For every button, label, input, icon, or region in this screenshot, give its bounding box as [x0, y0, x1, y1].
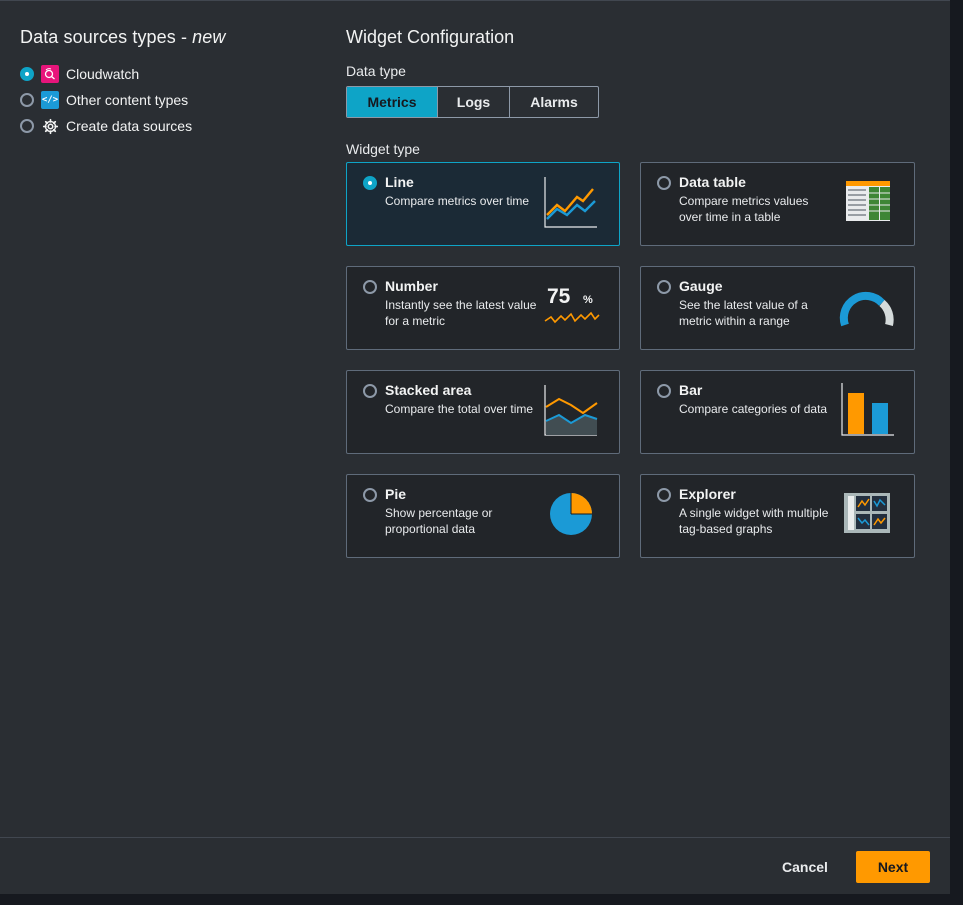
- widget-card-title: Data table: [679, 174, 746, 190]
- widget-card-bar[interactable]: Bar Compare categories of data: [640, 370, 915, 454]
- source-label: Create data sources: [66, 118, 193, 134]
- cancel-button[interactable]: Cancel: [770, 851, 840, 883]
- data-sources-title: Data sources types - new: [20, 27, 320, 48]
- radio-unselected[interactable]: [363, 280, 377, 294]
- radio-unselected[interactable]: [20, 119, 34, 133]
- bar-chart-icon: [841, 383, 894, 436]
- widget-config-title: Widget Configuration: [346, 27, 515, 47]
- explorer-icon: [844, 493, 890, 533]
- source-option-cloudwatch[interactable]: Cloudwatch: [20, 61, 320, 87]
- stacked-area-icon: [544, 385, 598, 436]
- widget-card-title: Bar: [679, 382, 703, 398]
- data-sources-title-new: new: [192, 27, 226, 47]
- gauge-icon: [839, 291, 894, 327]
- widget-card-pie[interactable]: Pie Show percentage or proportional data: [346, 474, 620, 558]
- widget-card-desc: Instantly see the latest value for a met…: [385, 298, 537, 328]
- data-type-segmented-control: Metrics Logs Alarms: [346, 86, 599, 118]
- radio-unselected[interactable]: [20, 93, 34, 107]
- data-table-icon: [846, 181, 890, 221]
- data-sources-panel: Data sources types - new Cloudwatch </> …: [20, 27, 320, 139]
- widget-card-desc: Compare the total over time: [385, 402, 534, 416]
- widget-card-desc: Compare metrics over time: [385, 194, 530, 208]
- widget-card-data-table[interactable]: Data table Compare metrics values over t…: [640, 162, 915, 246]
- widget-card-desc: See the latest value of a metric within …: [679, 298, 808, 328]
- widget-card-explorer[interactable]: Explorer A single widget with multiple t…: [640, 474, 915, 558]
- widget-card-title: Gauge: [679, 278, 723, 294]
- radio-unselected[interactable]: [657, 280, 671, 294]
- widget-card-title: Number: [385, 278, 438, 294]
- data-sources-title-text: Data sources types -: [20, 27, 193, 47]
- widget-card-title: Stacked area: [385, 382, 472, 398]
- widget-card-line[interactable]: Line Compare metrics over time: [346, 162, 620, 246]
- widget-type-label: Widget type: [346, 141, 420, 157]
- gear-icon: [41, 117, 59, 135]
- widget-card-desc: Show percentage or proportional data: [385, 506, 493, 536]
- cloudwatch-icon: [41, 65, 59, 83]
- radio-unselected[interactable]: [363, 488, 377, 502]
- radio-unselected[interactable]: [657, 488, 671, 502]
- widget-card-desc: Compare categories of data: [679, 402, 828, 416]
- widget-card-desc: Compare metrics values over time in a ta…: [679, 194, 809, 224]
- line-chart-icon: [544, 177, 597, 228]
- radio-unselected[interactable]: [657, 176, 671, 190]
- data-type-metrics[interactable]: Metrics: [347, 87, 438, 117]
- radio-unselected[interactable]: [657, 384, 671, 398]
- number-icon: 75 %: [544, 285, 600, 324]
- background-strip-right: [950, 0, 963, 905]
- widget-card-title: Pie: [385, 486, 407, 502]
- pie-chart-icon: [550, 493, 592, 535]
- next-button[interactable]: Next: [856, 851, 930, 883]
- data-type-logs[interactable]: Logs: [438, 87, 510, 117]
- source-option-create-data-sources[interactable]: Create data sources: [20, 113, 320, 139]
- number-icon-unit: %: [583, 294, 593, 306]
- widget-config-modal: Data sources types - new Cloudwatch </> …: [0, 0, 950, 894]
- data-type-alarms[interactable]: Alarms: [510, 87, 598, 117]
- widget-card-title: Line: [385, 174, 414, 190]
- source-option-other-content[interactable]: </> Other content types: [20, 87, 320, 113]
- widget-card-stacked-area[interactable]: Stacked area Compare the total over time: [346, 370, 620, 454]
- code-icon: </>: [41, 91, 59, 109]
- data-type-label: Data type: [346, 63, 406, 79]
- widget-card-title: Explorer: [679, 486, 736, 502]
- widget-card-desc: A single widget with multiple tag-based …: [679, 506, 829, 536]
- widget-card-gauge[interactable]: Gauge See the latest value of a metric w…: [640, 266, 915, 350]
- footer-divider: [0, 837, 950, 838]
- widget-config-panel: Widget Configuration Data type Metrics L…: [346, 27, 926, 558]
- data-source-list: Cloudwatch </> Other content types Creat…: [20, 61, 320, 139]
- radio-selected[interactable]: [363, 176, 377, 190]
- number-icon-value: 75: [547, 285, 571, 308]
- radio-unselected[interactable]: [363, 384, 377, 398]
- source-label: Cloudwatch: [66, 66, 140, 82]
- background-strip-bottom: [0, 894, 963, 905]
- radio-selected[interactable]: [20, 67, 34, 81]
- source-label: Other content types: [66, 92, 189, 108]
- widget-card-number[interactable]: Number Instantly see the latest value fo…: [346, 266, 620, 350]
